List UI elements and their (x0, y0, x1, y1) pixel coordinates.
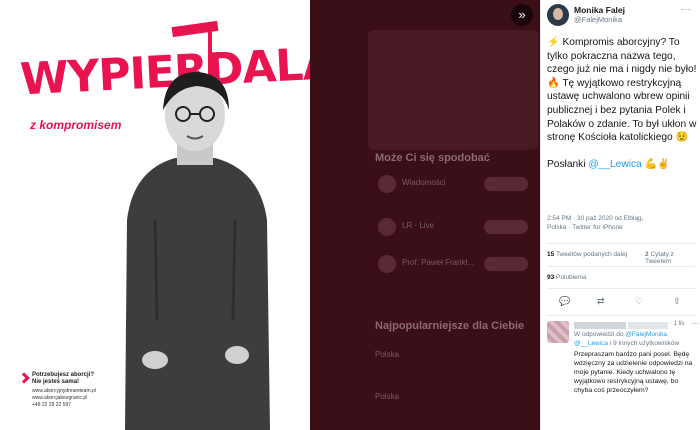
reply-context: W odpowiedzi do @FalejMonika @__Lewica i … (574, 331, 680, 347)
tweet-detail-pane: Monika Falej @FalejMonika ··· ⚡ Kompromi… (540, 0, 700, 430)
like-icon[interactable]: ♡ (635, 296, 643, 307)
reply-to-user-link[interactable]: @FalejMonika (625, 331, 667, 338)
quotes-stat[interactable]: 2 Cytaty z Tweetem (645, 251, 700, 265)
divider (547, 243, 695, 244)
person-photo (125, 72, 270, 430)
tweet-text: ⚡ Kompromis aborcyjny? To tylko pokraczn… (547, 36, 697, 171)
poster-chevron-icon (18, 372, 30, 384)
background-trend-label: Polska (375, 350, 400, 359)
divider (547, 288, 695, 289)
expand-icon[interactable]: » (511, 4, 533, 26)
background-media-panel (368, 30, 538, 150)
tweet-image[interactable]: WYPIERDALAĆ! z kompromisem Potrzebujesz … (0, 0, 310, 430)
divider (547, 315, 695, 316)
poster-footer-links: www.aborcyjnydreamteam.pl www.aborcjabez… (32, 388, 96, 408)
tweet-paragraph: ⚡ Kompromis aborcyjny? To tylko pokraczn… (547, 37, 697, 76)
retweet-icon[interactable]: ⇄ (597, 296, 605, 307)
reply-text: Przepraszam bardzo pani posel. Będę wdzi… (574, 351, 693, 394)
reply-to-user-link[interactable]: @__Lewica (574, 340, 608, 347)
avatar[interactable] (547, 4, 569, 26)
reply-more-options-icon[interactable]: ··· (691, 319, 699, 328)
divider (547, 266, 695, 267)
background-suggestion-row: LR · Live (378, 218, 528, 238)
reply-avatar[interactable] (547, 321, 569, 343)
retweets-stat[interactable]: 15 Tweetów podanych dalej (547, 251, 627, 258)
author-handle[interactable]: @FalejMonika (574, 15, 622, 24)
author-name[interactable]: Monika Falej (574, 5, 625, 15)
share-icon[interactable]: ⇪ (673, 296, 681, 307)
reply-author-name-redacted (574, 322, 626, 329)
reply-icon[interactable]: 💬 (559, 296, 570, 307)
background-heading-trends: Najpopularniejsze dla Ciebie (375, 320, 525, 332)
reply-timestamp[interactable]: · 1 lis (670, 321, 684, 327)
tweet-paragraph: Posłanki @__Lewica 💪✌ (547, 158, 670, 170)
likes-stat[interactable]: 93 Polubienia (547, 274, 586, 281)
reply-author-handle-redacted (628, 322, 668, 329)
background-trend-label: Polska (375, 392, 400, 401)
background-suggestion-row: Wiadomości (378, 175, 528, 195)
tweet-actions: 💬 ⇄ ♡ ⇪ (547, 296, 695, 310)
background-heading-suggestions: Może Ci się spodobać (375, 152, 490, 164)
more-options-icon[interactable]: ··· (681, 4, 691, 15)
background-suggestion-row: Prof. Paweł Frankl... (378, 255, 528, 275)
mention-link[interactable]: @__Lewica (588, 159, 641, 170)
tweet-timestamp[interactable]: 2:54 PM · 30 paź 2020 od Elbląg, Polska … (547, 214, 697, 232)
tweet-paragraph: 🔥 Tę wyjątkowo restrykcyjną ustawę uchwa… (547, 77, 697, 144)
poster-footer-title: Potrzebujesz aborcji? Nie jesteś sama! (32, 372, 95, 385)
